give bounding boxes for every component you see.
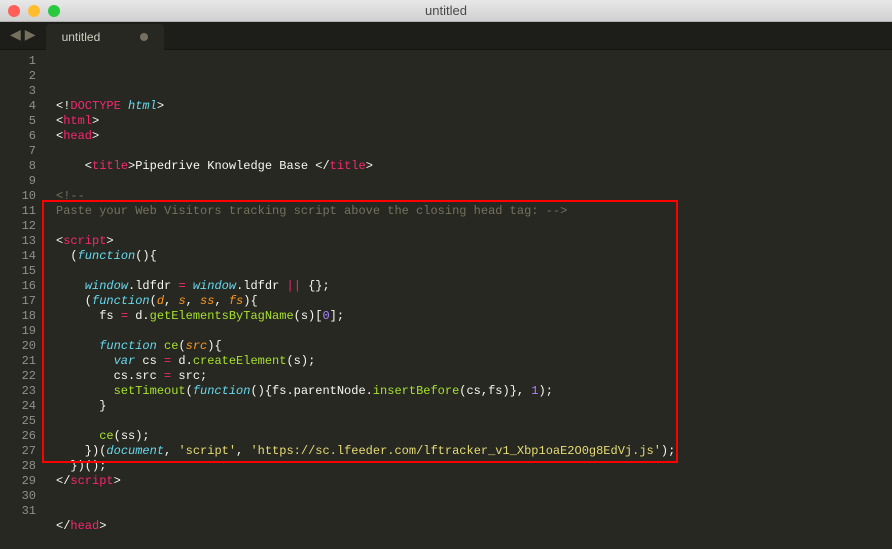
line-number: 7 xyxy=(0,144,36,159)
line-number: 18 xyxy=(0,309,36,324)
line-number: 8 xyxy=(0,159,36,174)
line-number: 24 xyxy=(0,399,36,414)
nav-back-icon[interactable]: ◀ xyxy=(10,27,21,44)
code-line[interactable]: <script> xyxy=(56,234,882,249)
line-number: 29 xyxy=(0,474,36,489)
line-number: 11 xyxy=(0,204,36,219)
code-line[interactable] xyxy=(56,219,882,234)
code-line[interactable] xyxy=(56,144,882,159)
code-line[interactable]: <!-- xyxy=(56,189,882,204)
line-number: 17 xyxy=(0,294,36,309)
minimize-window-button[interactable] xyxy=(28,5,40,17)
line-number: 22 xyxy=(0,369,36,384)
code-line[interactable]: <html> xyxy=(56,114,882,129)
line-number: 12 xyxy=(0,219,36,234)
line-number: 4 xyxy=(0,99,36,114)
close-window-button[interactable] xyxy=(8,5,20,17)
titlebar: untitled xyxy=(0,0,892,22)
code-line[interactable]: })(); xyxy=(56,459,882,474)
line-number: 6 xyxy=(0,129,36,144)
code-line[interactable]: Paste your Web Visitors tracking script … xyxy=(56,204,882,219)
line-number: 19 xyxy=(0,324,36,339)
code-line[interactable]: fs = d.getElementsByTagName(s)[0]; xyxy=(56,309,882,324)
line-number: 27 xyxy=(0,444,36,459)
line-number: 9 xyxy=(0,174,36,189)
tab-dirty-indicator-icon xyxy=(140,33,148,41)
code-line[interactable] xyxy=(56,324,882,339)
line-number: 16 xyxy=(0,279,36,294)
code-line[interactable] xyxy=(56,414,882,429)
nav-arrows: ◀ ▶ xyxy=(0,27,46,44)
maximize-window-button[interactable] xyxy=(48,5,60,17)
code-line[interactable]: <title>Pipedrive Knowledge Base </title> xyxy=(56,159,882,174)
line-number: 15 xyxy=(0,264,36,279)
tab-label: untitled xyxy=(62,30,101,44)
code-line[interactable]: } xyxy=(56,399,882,414)
line-number: 26 xyxy=(0,429,36,444)
code-line[interactable]: </head> xyxy=(56,519,882,534)
line-number: 30 xyxy=(0,489,36,504)
line-number: 13 xyxy=(0,234,36,249)
line-number: 5 xyxy=(0,114,36,129)
code-line[interactable] xyxy=(56,504,882,519)
code-line[interactable]: (function(d, s, ss, fs){ xyxy=(56,294,882,309)
tab-bar: ◀ ▶ untitled xyxy=(0,22,892,50)
code-line[interactable]: })(document, 'script', 'https://sc.lfeed… xyxy=(56,444,882,459)
line-number: 14 xyxy=(0,249,36,264)
code-line[interactable] xyxy=(56,489,882,504)
line-number: 3 xyxy=(0,84,36,99)
line-number: 10 xyxy=(0,189,36,204)
line-number: 1 xyxy=(0,54,36,69)
code-line[interactable]: (function(){ xyxy=(56,249,882,264)
window-title: untitled xyxy=(425,3,467,18)
nav-forward-icon[interactable]: ▶ xyxy=(25,27,36,44)
line-number: 23 xyxy=(0,384,36,399)
code-line[interactable]: <head> xyxy=(56,129,882,144)
line-number: 21 xyxy=(0,354,36,369)
code-line[interactable]: <!DOCTYPE html> xyxy=(56,99,882,114)
line-number: 28 xyxy=(0,459,36,474)
line-number: 2 xyxy=(0,69,36,84)
line-number: 20 xyxy=(0,339,36,354)
traffic-lights xyxy=(0,5,60,17)
code-line[interactable]: cs.src = src; xyxy=(56,369,882,384)
line-number: 25 xyxy=(0,414,36,429)
code-content[interactable]: <!DOCTYPE html><html><head> <title>Piped… xyxy=(46,50,892,531)
line-number: 31 xyxy=(0,504,36,519)
code-line[interactable]: ce(ss); xyxy=(56,429,882,444)
code-line[interactable] xyxy=(56,264,882,279)
code-line[interactable]: function ce(src){ xyxy=(56,339,882,354)
code-line[interactable]: </script> xyxy=(56,474,882,489)
code-line[interactable] xyxy=(56,174,882,189)
code-line[interactable]: var cs = d.createElement(s); xyxy=(56,354,882,369)
tab-untitled[interactable]: untitled xyxy=(46,24,165,50)
code-line[interactable]: window.ldfdr = window.ldfdr || {}; xyxy=(56,279,882,294)
editor[interactable]: 1234567891011121314151617181920212223242… xyxy=(0,50,892,531)
code-line[interactable] xyxy=(56,534,882,549)
line-number-gutter: 1234567891011121314151617181920212223242… xyxy=(0,50,46,531)
code-line[interactable]: setTimeout(function(){fs.parentNode.inse… xyxy=(56,384,882,399)
